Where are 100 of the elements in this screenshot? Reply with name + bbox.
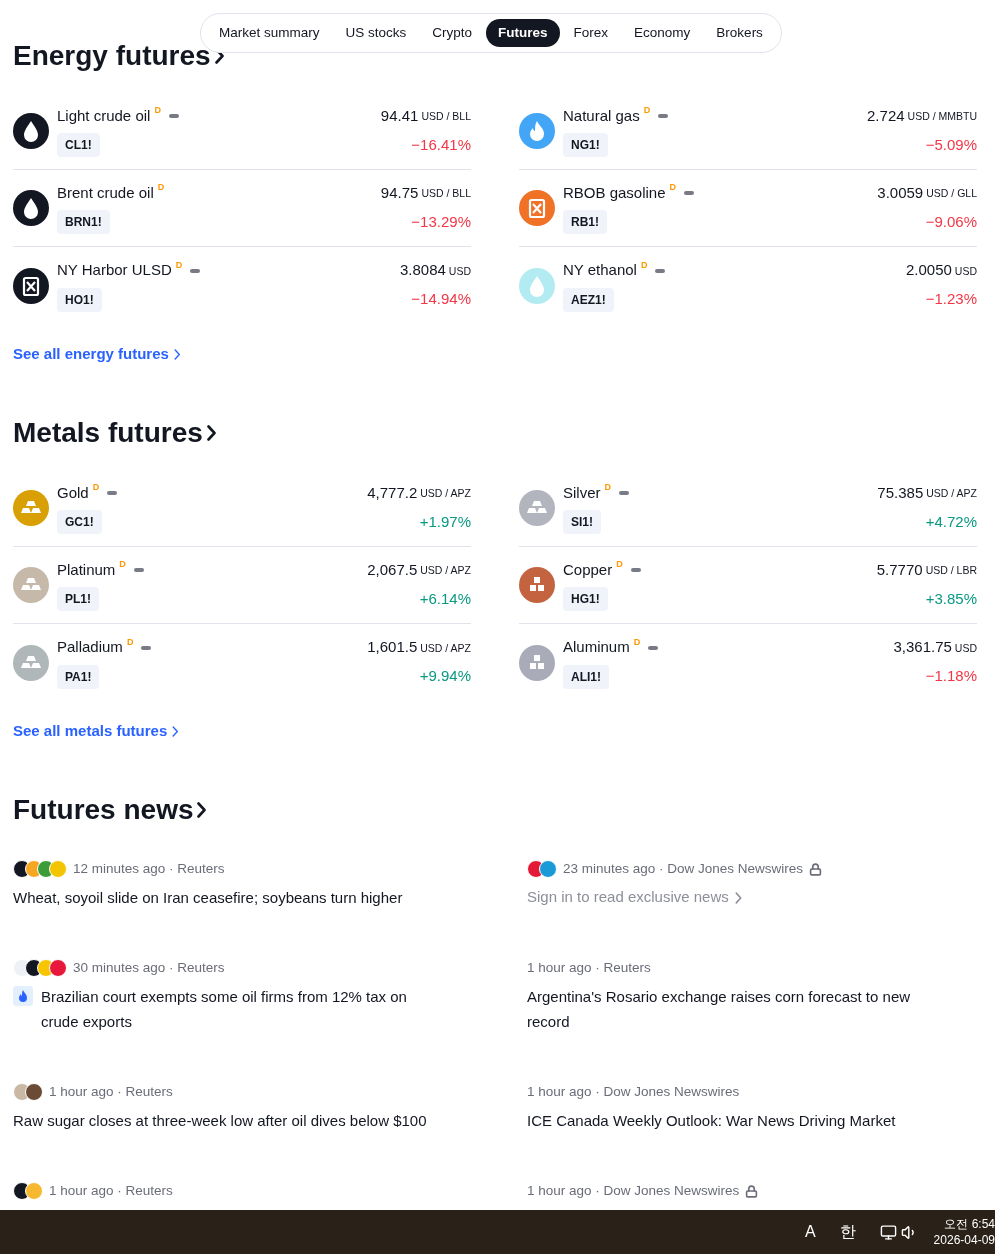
chevron-icon bbox=[197, 802, 207, 818]
news-meta: 1 hour ago · Reuters bbox=[527, 958, 651, 977]
input-method-indicator[interactable]: A bbox=[804, 1220, 816, 1244]
ticker-symbol[interactable]: HG1! bbox=[563, 587, 608, 611]
delay-mark: D bbox=[92, 482, 100, 493]
ticker-symbol[interactable]: CL1! bbox=[57, 133, 100, 157]
asset-name[interactable]: Platinum bbox=[57, 558, 116, 582]
news-meta: 12 minutes ago · Reuters bbox=[73, 859, 225, 878]
delay-mark: D bbox=[616, 559, 623, 570]
asset-name[interactable]: RBOB gasoline bbox=[563, 181, 666, 205]
price: 2.724 bbox=[867, 105, 905, 126]
news-meta: 23 minutes ago · Dow Jones Newswires bbox=[563, 859, 804, 878]
percent-change: +3.85% bbox=[925, 588, 977, 609]
asset-name[interactable]: Silver bbox=[563, 481, 601, 505]
news-headline[interactable]: Brazilian court exempts some oil firms from 12% tax on crude exports bbox=[41, 984, 433, 1034]
percent-change: −1.18% bbox=[925, 666, 977, 687]
ticker-symbol[interactable]: HO1! bbox=[57, 287, 102, 312]
price-unit: USD / BLL bbox=[421, 186, 471, 202]
news-meta: 1 hour ago · Reuters bbox=[49, 1181, 173, 1200]
news-headline[interactable]: Argentina's Rosario exchange raises corn forecast to new record bbox=[527, 984, 947, 1034]
price: 3.0059 bbox=[877, 182, 924, 203]
ticker-symbol[interactable]: PL1! bbox=[57, 587, 99, 611]
delay-mark: D bbox=[669, 182, 677, 193]
percent-change: +6.14% bbox=[419, 588, 471, 609]
price: 2,067.5 bbox=[367, 559, 418, 580]
percent-change: −1.23% bbox=[925, 289, 977, 310]
delay-mark: D bbox=[640, 259, 648, 271]
percent-change: +4.72% bbox=[925, 511, 977, 532]
asset-name[interactable]: Light crude oil bbox=[57, 104, 151, 128]
asset-name[interactable]: Gold bbox=[57, 481, 89, 505]
percent-change: −9.06% bbox=[925, 211, 977, 232]
ticker-symbol[interactable]: BRN1! bbox=[57, 210, 110, 234]
ticker-symbol[interactable]: SI1! bbox=[563, 510, 601, 534]
price: 3.8084 bbox=[399, 260, 446, 281]
news-headline[interactable]: ICE Canada Weekly Outlook: War News Driving Market bbox=[527, 1108, 896, 1133]
price: 75.385 bbox=[877, 482, 924, 503]
asset-name[interactable]: NY ethanol bbox=[563, 259, 637, 282]
percent-change: −14.94% bbox=[411, 289, 471, 310]
delay-mark: D bbox=[126, 636, 134, 648]
clock-date[interactable]: 2026-04-09 bbox=[933, 1232, 995, 1248]
asset-name[interactable]: NY Harbor ULSD bbox=[57, 259, 172, 282]
chevron-icon bbox=[173, 348, 181, 360]
delay-mark: D bbox=[633, 636, 641, 648]
nav-tab[interactable]: Crypto bbox=[420, 19, 485, 47]
price-unit: USD / LBR bbox=[925, 563, 977, 579]
news-meta: 30 minutes ago · Reuters bbox=[73, 958, 225, 977]
price: 94.75 bbox=[380, 182, 419, 203]
asset-name[interactable]: Brent crude oil bbox=[57, 181, 154, 205]
price-unit: USD / APZ bbox=[420, 563, 471, 579]
price-unit: USD bbox=[954, 640, 977, 656]
price-unit: USD / GLL bbox=[926, 186, 977, 202]
clock-time[interactable]: 오전 6:54 bbox=[944, 1216, 995, 1232]
price-unit: USD / APZ bbox=[926, 486, 977, 502]
price-unit: USD / MMBTU bbox=[907, 109, 977, 125]
price: 4,777.2 bbox=[367, 482, 418, 503]
input-method-indicator[interactable]: 한 bbox=[839, 1220, 856, 1244]
percent-change: +9.94% bbox=[419, 666, 471, 687]
percent-change: +1.97% bbox=[419, 511, 471, 532]
ticker-symbol[interactable]: NG1! bbox=[563, 133, 608, 157]
price-unit: USD / APZ bbox=[420, 640, 471, 656]
percent-change: −16.41% bbox=[411, 134, 471, 155]
price: 94.41 bbox=[380, 105, 419, 126]
asset-name[interactable]: Palladium bbox=[57, 636, 123, 659]
asset-name[interactable]: Aluminum bbox=[563, 636, 630, 659]
delay-mark: D bbox=[119, 559, 126, 570]
see-all-link[interactable]: See all metals futures bbox=[13, 719, 168, 743]
price: 3,361.75 bbox=[893, 637, 952, 658]
section-title[interactable]: Metals futures bbox=[13, 419, 203, 447]
nav-tab[interactable]: Brokers bbox=[704, 19, 775, 47]
ticker-symbol[interactable]: ALI1! bbox=[563, 664, 609, 689]
see-all-link[interactable]: See all energy futures bbox=[13, 342, 169, 366]
delay-mark: D bbox=[604, 482, 611, 493]
news-headline[interactable]: Raw sugar closes at three-week low after oil dives below $100 bbox=[13, 1108, 427, 1133]
news-meta: 1 hour ago · Dow Jones Newswires bbox=[527, 1181, 740, 1200]
news-meta: 1 hour ago · Dow Jones Newswires bbox=[527, 1082, 740, 1101]
section-title[interactable]: Futures news bbox=[13, 796, 194, 824]
ticker-symbol[interactable]: RB1! bbox=[563, 210, 607, 234]
price-unit: USD / BLL bbox=[421, 109, 471, 125]
price: 2.0050 bbox=[905, 260, 952, 281]
chevron-icon bbox=[206, 425, 216, 441]
chevron-icon bbox=[734, 891, 742, 904]
nav-tab[interactable]: Futures bbox=[486, 19, 560, 47]
price: 5.7770 bbox=[876, 559, 923, 580]
asset-name[interactable]: Natural gas bbox=[563, 104, 640, 128]
nav-tab[interactable]: Economy bbox=[622, 19, 703, 47]
price-unit: USD bbox=[954, 263, 977, 279]
ticker-symbol[interactable]: GC1! bbox=[57, 510, 102, 534]
delay-mark: D bbox=[175, 259, 183, 271]
nav-tab[interactable]: US stocks bbox=[333, 19, 419, 47]
ticker-symbol[interactable]: PA1! bbox=[57, 664, 100, 689]
chevron-icon bbox=[172, 725, 179, 737]
price: 1,601.5 bbox=[367, 637, 418, 658]
nav-tab[interactable]: Forex bbox=[561, 19, 621, 47]
ticker-symbol[interactable]: AEZ1! bbox=[563, 287, 614, 312]
delay-mark: D bbox=[154, 105, 161, 116]
asset-name[interactable]: Copper bbox=[563, 558, 613, 582]
news-headline[interactable]: Wheat, soyoil slide on Iran ceasefire; soybeans turn higher bbox=[13, 885, 403, 910]
news-meta: 1 hour ago · Reuters bbox=[49, 1082, 173, 1101]
price-unit: USD bbox=[448, 263, 471, 279]
delay-mark: D bbox=[157, 182, 165, 193]
